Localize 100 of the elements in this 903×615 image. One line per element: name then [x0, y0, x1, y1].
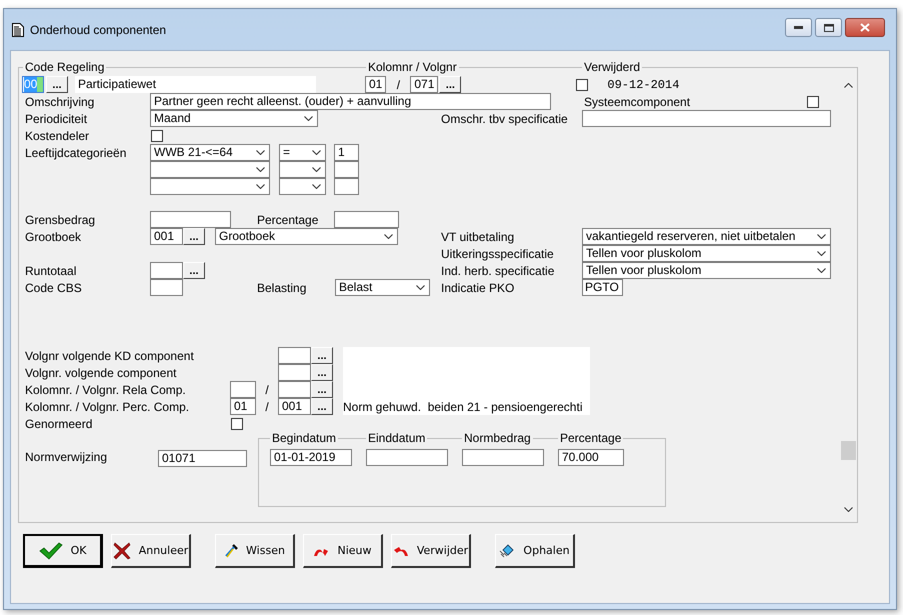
input-field[interactable]: 01: [230, 398, 256, 415]
lookup-button[interactable]: ...: [183, 262, 205, 279]
field-label: Ind. herb. specificatie: [441, 264, 556, 278]
fetch-button[interactable]: Ophalen: [495, 534, 575, 568]
chevron-down-icon: [312, 184, 321, 189]
input-field[interactable]: [334, 178, 359, 195]
dropdown[interactable]: [150, 178, 270, 195]
input-field[interactable]: [278, 381, 311, 398]
lookup-button[interactable]: ...: [311, 398, 333, 415]
input-field[interactable]: PGTO: [582, 279, 623, 296]
clear-button[interactable]: Wissen: [215, 534, 295, 568]
dropdown[interactable]: Tellen voor pluskolom: [582, 262, 831, 279]
input-field[interactable]: 071: [410, 76, 438, 93]
chevron-down-icon: [817, 234, 826, 239]
dropdown[interactable]: =: [279, 144, 326, 161]
dropdown[interactable]: [279, 178, 326, 195]
separator-text: /: [396, 78, 402, 92]
input-field[interactable]: [150, 262, 183, 279]
dropdown[interactable]: [279, 161, 326, 178]
input-field[interactable]: 001: [278, 398, 311, 415]
input-field[interactable]: [462, 449, 544, 466]
input-field[interactable]: [278, 347, 311, 364]
input-field[interactable]: [582, 110, 831, 127]
lookup-button[interactable]: ...: [46, 76, 68, 93]
checkbox[interactable]: [231, 418, 243, 430]
input-field[interactable]: [230, 381, 256, 398]
dropdown[interactable]: Maand: [150, 110, 318, 127]
field-label: Leeftijdcategorieën: [25, 146, 128, 160]
diamond-icon: [499, 544, 516, 558]
input-field[interactable]: [150, 279, 183, 296]
column-legend: Normbedrag: [462, 431, 533, 445]
input-field[interactable]: [278, 364, 311, 381]
document-icon: [12, 22, 24, 36]
separator-text: /: [264, 400, 270, 414]
window-title: Onderhoud componenten: [30, 22, 166, 36]
delete-button[interactable]: Verwijder: [391, 534, 471, 568]
separator-text: /: [264, 382, 270, 396]
input-field[interactable]: 01: [365, 76, 386, 93]
maximize-button[interactable]: [815, 18, 842, 37]
ok-button[interactable]: OK: [23, 534, 103, 568]
description-text: Norm gehuwd. beiden 21 - pensioengerechti: [343, 400, 582, 414]
chevron-down-icon: [256, 150, 265, 155]
field-label: VT uitbetaling: [441, 230, 516, 244]
field-label: Indicatie PKO: [441, 280, 516, 294]
field-label: Volgnr volgende KD component: [25, 348, 195, 362]
cross-icon: [112, 542, 131, 560]
input-field[interactable]: Partner geen recht alleenst. (ouder) + aanvulling: [150, 93, 551, 110]
field-label: Grensbedrag: [25, 212, 96, 226]
lookup-button[interactable]: ...: [311, 364, 333, 381]
field-label: Percentage: [257, 212, 320, 226]
chevron-down-icon: [312, 167, 321, 172]
input-field[interactable]: 1: [334, 144, 359, 161]
dropdown[interactable]: Tellen voor pluskolom: [582, 245, 831, 262]
field-label: Belasting: [257, 280, 308, 294]
group-legend: Code Regeling: [23, 60, 106, 74]
chevron-down-icon: [817, 268, 826, 273]
checkbox[interactable]: [807, 96, 819, 108]
dropdown[interactable]: WWB 21-<=64: [150, 144, 270, 161]
field-label: Systeemcomponent: [584, 94, 692, 108]
group-legend: Kolomnr / Volgnr: [366, 60, 459, 74]
chevron-down-icon: [312, 150, 321, 155]
chevron-down-icon: [256, 167, 265, 172]
input-field[interactable]: 01071: [158, 450, 247, 467]
dropdown[interactable]: vakantiegeld reserveren, niet uitbetalen: [582, 228, 831, 245]
close-button[interactable]: [845, 18, 885, 37]
input-field[interactable]: 001: [150, 228, 183, 245]
chevron-down-icon: [304, 116, 313, 121]
lookup-button[interactable]: ...: [311, 381, 333, 398]
input-field[interactable]: [150, 211, 231, 228]
curved-arrow-icon: [392, 544, 409, 556]
column-legend: Begindatum: [270, 431, 338, 445]
checkbox[interactable]: [576, 78, 588, 90]
input-field[interactable]: [334, 161, 359, 178]
dropdown[interactable]: [150, 161, 270, 178]
lookup-button[interactable]: ...: [311, 347, 333, 364]
checkbox[interactable]: [151, 130, 163, 142]
input-field[interactable]: 70.000: [558, 449, 624, 466]
group-legend: Verwijderd: [582, 60, 642, 74]
chevron-down-icon: [384, 234, 393, 239]
field-label: Volgnr. volgende component: [25, 366, 178, 380]
field-label: Kolomnr. / Volgnr. Perc. Comp.: [25, 400, 190, 414]
input-field[interactable]: 01-01-2019: [270, 449, 352, 466]
new-button[interactable]: Nieuw: [303, 534, 383, 568]
checkmark-icon: [38, 542, 63, 560]
field-label: Runtotaal: [25, 264, 78, 278]
cancel-button[interactable]: Annuleer: [111, 534, 191, 568]
lookup-button[interactable]: ...: [183, 228, 205, 245]
squeegee-icon: [224, 544, 238, 558]
input-field[interactable]: [334, 211, 399, 228]
dropdown[interactable]: Belast: [335, 279, 430, 296]
dropdown[interactable]: Grootboek: [215, 228, 398, 245]
scrollbar-thumb[interactable]: [841, 441, 856, 460]
chevron-down-icon: [256, 184, 265, 189]
field-label: Grootboek: [25, 230, 82, 244]
chevron-up-icon: [844, 83, 853, 88]
minimize-button[interactable]: [785, 18, 812, 37]
maximize-icon: [824, 24, 834, 32]
name-text: Participatiewet: [75, 76, 316, 93]
lookup-button[interactable]: ...: [439, 76, 462, 93]
input-field[interactable]: [366, 449, 448, 466]
